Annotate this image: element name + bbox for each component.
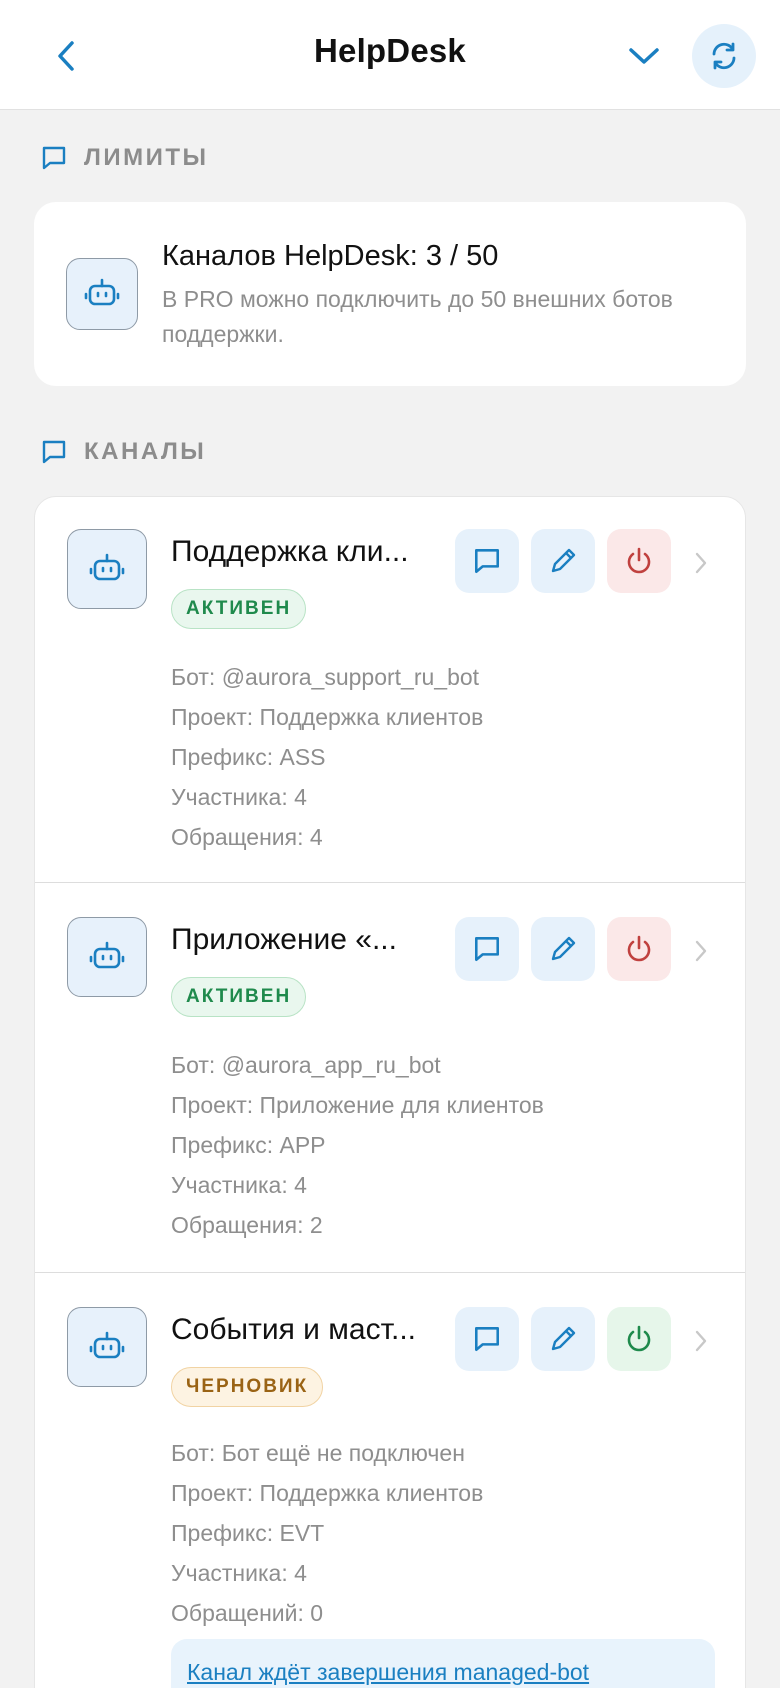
limits-description: В PRO можно подключить до 50 внешних бот… (162, 286, 673, 347)
section-label-text: ЛИМИТЫ (84, 144, 209, 171)
refresh-icon (712, 42, 736, 70)
chat-icon (475, 1327, 499, 1351)
status-badge: АКТИВЕН (171, 977, 307, 1017)
channel-members: Участника: 4 (171, 1172, 307, 1198)
open-chat-button[interactable] (455, 529, 519, 593)
channel-project: Проект: Приложение для клиентов (171, 1092, 544, 1118)
channel-project: Проект: Поддержка клиентов (171, 704, 484, 730)
status-badge: ЧЕРНОВИК (171, 1367, 324, 1407)
channel-members: Участника: 4 (171, 784, 307, 810)
pencil-icon (551, 1326, 576, 1351)
open-chat-button[interactable] (455, 1307, 519, 1371)
app-header: HelpDesk (0, 0, 780, 110)
refresh-button[interactable] (692, 24, 756, 88)
channel-info: Бот: @aurora_app_ru_bot Проект: Приложен… (171, 1045, 544, 1245)
pencil-icon (551, 548, 576, 573)
row-chevron (689, 933, 713, 969)
section-label-text: КАНАЛЫ (84, 438, 207, 465)
channel-bot-avatar (67, 917, 147, 997)
channel-bot: Бот: Бот ещё не подключен (171, 1440, 465, 1466)
row-chevron (689, 545, 713, 581)
channel-name: Приложение «... (171, 923, 397, 956)
bot-icon (89, 553, 125, 581)
channel-bot: Бот: @aurora_support_ru_bot (171, 664, 480, 690)
channels-list: Поддержка кли... АКТИВЕН Бот: @aurora_su… (34, 496, 746, 1688)
chat-icon (475, 549, 499, 573)
limits-bot-avatar (66, 258, 138, 330)
edit-button[interactable] (531, 917, 595, 981)
channel-tickets: Обращения: 4 (171, 824, 323, 850)
channel-bot-avatar (67, 1307, 147, 1387)
channel-notice-link[interactable]: Канал ждёт завершения managed-bot (171, 1639, 715, 1688)
chat-icon (42, 440, 66, 464)
channel-name: Поддержка кли... (171, 535, 409, 568)
channel-prefix: Префикс: ASS (171, 744, 326, 770)
chat-icon (475, 937, 499, 961)
channel-row[interactable]: Приложение «... АКТИВЕН Бот: @aurora_app… (35, 883, 745, 1273)
power-icon (627, 547, 651, 574)
edit-button[interactable] (531, 1307, 595, 1371)
bot-icon (84, 278, 120, 306)
open-chat-button[interactable] (455, 917, 519, 981)
power-icon (627, 935, 651, 962)
section-label-limits: ЛИМИТЫ (40, 144, 209, 172)
channel-tickets: Обращений: 0 (171, 1600, 324, 1626)
chevron-right-icon (695, 552, 707, 574)
chevron-down-icon (629, 48, 659, 64)
channel-info: Бот: @aurora_support_ru_bot Проект: Подд… (171, 657, 483, 857)
channel-bot: Бот: @aurora_app_ru_bot (171, 1052, 441, 1078)
channel-row[interactable]: События и маст... ЧЕРНОВИК Бот: Бот ещё … (35, 1273, 745, 1688)
pencil-icon (551, 936, 576, 961)
status-badge: АКТИВЕН (171, 589, 307, 629)
power-icon (627, 1325, 651, 1352)
power-button[interactable] (607, 529, 671, 593)
channel-prefix: Префикс: EVT (171, 1520, 325, 1546)
edit-button[interactable] (531, 529, 595, 593)
power-button[interactable] (607, 1307, 671, 1371)
channel-info: Бот: Бот ещё не подключен Проект: Поддер… (171, 1433, 483, 1633)
channel-project: Проект: Поддержка клиентов (171, 1480, 484, 1506)
channel-tickets: Обращения: 2 (171, 1212, 323, 1238)
limits-card: Каналов HelpDesk: 3 / 50 В PRO можно под… (34, 202, 746, 386)
chevron-right-icon (695, 940, 707, 962)
section-label-channels: КАНАЛЫ (40, 438, 206, 466)
bot-icon (89, 941, 125, 969)
limits-title: Каналов HelpDesk: 3 / 50 (162, 240, 499, 272)
collapse-button[interactable] (622, 36, 666, 76)
channel-bot-avatar (67, 529, 147, 609)
power-button[interactable] (607, 917, 671, 981)
channel-name: События и маст... (171, 1313, 416, 1346)
row-chevron (689, 1323, 713, 1359)
bot-icon (89, 1331, 125, 1359)
chevron-right-icon (695, 1330, 707, 1352)
channel-row[interactable]: Поддержка кли... АКТИВЕН Бот: @aurora_su… (35, 497, 745, 883)
channel-prefix: Префикс: APP (171, 1132, 326, 1158)
channel-members: Участника: 4 (171, 1560, 307, 1586)
chat-icon (42, 146, 66, 170)
